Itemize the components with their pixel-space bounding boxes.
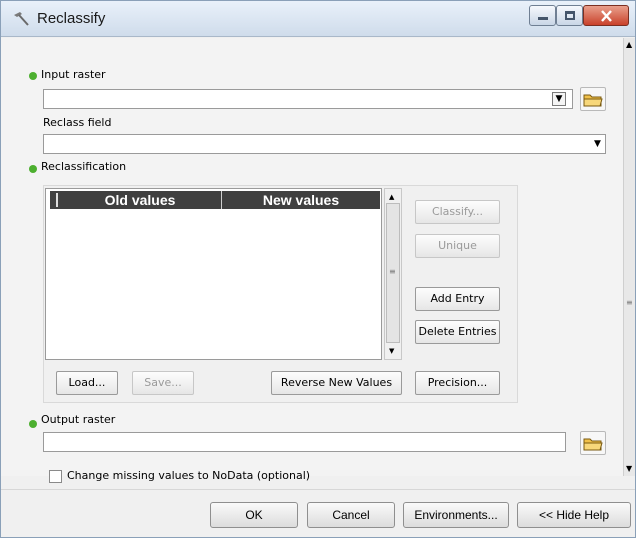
hide-help-button[interactable]: << Hide Help bbox=[517, 502, 631, 528]
precision-button[interactable]: Precision... bbox=[415, 371, 500, 395]
window-title: Reclassify bbox=[37, 10, 106, 27]
minimize-button[interactable] bbox=[529, 5, 556, 26]
chevron-down-icon: ▼ bbox=[594, 139, 601, 149]
missing-values-label: Change missing values to NoData (optiona… bbox=[67, 469, 311, 482]
required-bullet-icon bbox=[29, 165, 37, 173]
output-raster-label: Output raster bbox=[41, 413, 116, 426]
input-raster-field[interactable] bbox=[43, 89, 573, 109]
minimize-icon bbox=[538, 17, 548, 20]
save-button[interactable]: Save... bbox=[132, 371, 194, 395]
reverse-new-values-button[interactable]: Reverse New Values bbox=[271, 371, 402, 395]
folder-icon bbox=[583, 438, 603, 451]
table-scrollbar[interactable]: ▲ ≡ ▼ bbox=[384, 188, 402, 360]
chevron-down-icon: ▼ bbox=[555, 94, 563, 104]
required-bullet-icon bbox=[29, 420, 37, 428]
cancel-button[interactable]: Cancel bbox=[307, 502, 395, 528]
reclassify-dialog: Reclassify ▲ ≡ ▼ Input raster ▼ Reclass … bbox=[0, 0, 636, 538]
maximize-button[interactable] bbox=[556, 5, 583, 26]
scroll-down-icon: ▼ bbox=[389, 347, 395, 355]
add-entry-button[interactable]: Add Entry bbox=[415, 287, 500, 311]
reclass-table[interactable]: Old values New values bbox=[45, 188, 382, 360]
output-raster-field[interactable] bbox=[43, 432, 566, 452]
input-raster-browse-button[interactable] bbox=[580, 87, 606, 111]
load-button[interactable]: Load... bbox=[56, 371, 118, 395]
reclass-field-select[interactable]: ▼ bbox=[43, 134, 606, 154]
close-icon bbox=[601, 10, 612, 22]
delete-entries-button[interactable]: Delete Entries bbox=[415, 320, 500, 344]
ok-button[interactable]: OK bbox=[210, 502, 298, 528]
reclassification-label: Reclassification bbox=[41, 160, 127, 173]
reclass-field-label: Reclass field bbox=[43, 116, 112, 129]
unique-button[interactable]: Unique bbox=[415, 234, 500, 258]
output-raster-browse-button[interactable] bbox=[580, 431, 606, 455]
input-raster-label: Input raster bbox=[41, 68, 106, 81]
folder-icon bbox=[583, 94, 603, 107]
maximize-icon bbox=[565, 11, 575, 20]
dialog-scrollbar[interactable]: ▲ ≡ ▼ bbox=[623, 38, 635, 476]
input-raster-dropdown-button[interactable]: ▼ bbox=[552, 92, 566, 106]
hammer-icon bbox=[14, 12, 29, 26]
scroll-up-icon: ▲ bbox=[389, 193, 395, 201]
required-bullet-icon bbox=[29, 72, 37, 80]
column-header-old-values[interactable]: Old values bbox=[60, 191, 220, 209]
column-header-new-values[interactable]: New values bbox=[222, 191, 380, 209]
classify-button[interactable]: Classify... bbox=[415, 200, 500, 224]
environments-button[interactable]: Environments... bbox=[403, 502, 509, 528]
missing-values-checkbox[interactable] bbox=[49, 470, 62, 483]
close-button[interactable] bbox=[583, 5, 629, 26]
table-header: Old values New values bbox=[50, 191, 380, 209]
title-bar[interactable]: Reclassify bbox=[1, 1, 635, 37]
